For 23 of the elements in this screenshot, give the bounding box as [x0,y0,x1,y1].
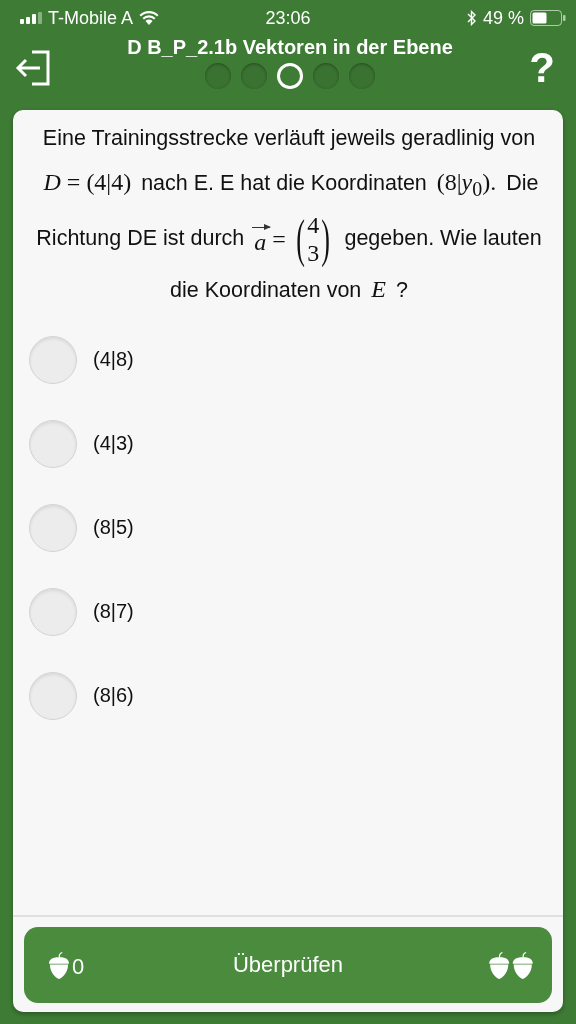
radio-button[interactable] [29,503,77,552]
radio-button[interactable] [29,671,77,720]
radio-button[interactable] [29,335,77,384]
answer-option[interactable]: (8|7) [93,600,134,624]
bluetooth-icon [466,10,477,26]
radio-button[interactable] [29,419,77,468]
carrier-name: T-Mobile A [48,7,134,29]
acorns-icon [488,950,534,980]
signal-icon [20,12,42,24]
answer-option[interactable]: (8|6) [93,684,134,708]
answer-option[interactable]: (4|8) [93,348,134,372]
answer-option[interactable]: (4|3) [93,432,134,456]
wifi-icon [139,11,160,25]
acorn-icon [48,950,70,980]
help-button[interactable]: ? [526,48,558,88]
clock-time: 23:06 [265,7,311,29]
check-button[interactable]: 0 Überprüfen [24,927,552,1003]
battery-icon [530,10,566,26]
quiz-title: D B_P_2.1b Vektoren in der Ebene [127,36,453,59]
radio-button[interactable] [29,587,77,636]
acorn-count: 0 [72,953,85,980]
answer-option[interactable]: (8|5) [93,516,134,540]
battery-percent: 49 % [482,7,524,29]
